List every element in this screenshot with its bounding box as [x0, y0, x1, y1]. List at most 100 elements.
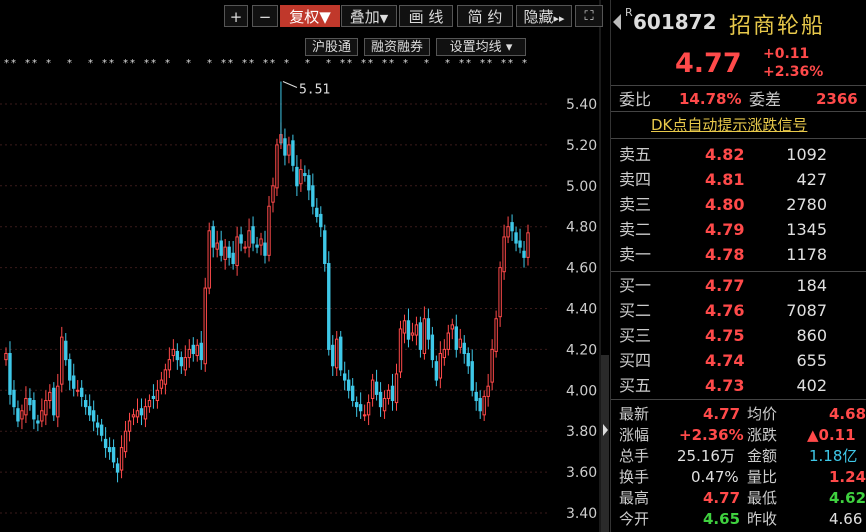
- panel-scrollbar[interactable]: [601, 355, 609, 532]
- candle-body: [382, 397, 387, 412]
- candle-body: [526, 232, 530, 258]
- candle-body: [406, 320, 411, 340]
- candle-body: [327, 263, 331, 350]
- candle-body: [56, 385, 60, 418]
- buy-row[interactable]: 买二 4.76 7087: [611, 298, 866, 323]
- sell-volume: 1345: [786, 220, 827, 239]
- simple-mode-button[interactable]: 简 约: [457, 5, 513, 27]
- candle-body: [474, 391, 478, 402]
- divider: [611, 271, 866, 272]
- y-tick-label: 4.20: [566, 342, 597, 358]
- candle-body: [87, 406, 92, 416]
- buy-volume: 184: [796, 276, 827, 295]
- buy-level-label: 买四: [619, 351, 652, 370]
- signal-marker: *: [130, 58, 135, 69]
- signal-marker: *: [326, 58, 331, 69]
- candle-body: [378, 391, 383, 408]
- candle-body: [494, 318, 498, 352]
- sell-row[interactable]: 卖二 4.79 1345: [611, 217, 866, 242]
- buy-price: 4.76: [705, 301, 745, 320]
- zoom-in-button[interactable]: +: [224, 5, 248, 27]
- buy-level-label: 买一: [619, 276, 652, 295]
- candle-body: [458, 338, 462, 348]
- y-tick-label: 3.40: [566, 506, 597, 522]
- buy-row[interactable]: 买五 4.73 402: [611, 373, 866, 398]
- kline-chart-area[interactable]: 5.40 5.20 5.00 4.80 4.60 4.40 4.20 4.00 3.80 3.60…: [0, 0, 610, 532]
- overlay-button[interactable]: 叠加▼: [341, 5, 397, 27]
- zoom-out-button[interactable]: −: [252, 5, 278, 27]
- buy-level-label: 买五: [619, 376, 652, 395]
- collapse-arrow-icon[interactable]: [603, 424, 608, 436]
- ma-settings-label: 设置均线: [449, 40, 502, 55]
- candle-body: [12, 389, 16, 408]
- candle-body: [95, 422, 100, 428]
- stock-name: 招商轮船: [729, 14, 826, 39]
- buy-row[interactable]: 买三 4.75 860: [611, 323, 866, 348]
- signal-marker: *: [389, 58, 394, 69]
- candle-body: [271, 185, 275, 203]
- sell-row[interactable]: 卖五 4.82 1092: [611, 142, 866, 167]
- signal-marker: *: [445, 58, 450, 69]
- candle-body: [207, 230, 211, 289]
- candle-body: [52, 387, 56, 416]
- turnover-value: 0.47%: [691, 468, 739, 486]
- fuquan-label: 复权: [289, 8, 320, 26]
- signal-marker: *: [249, 58, 254, 69]
- code-prefix-badge: R: [625, 6, 633, 19]
- signal-marker: *: [32, 58, 37, 69]
- fullscreen-icon[interactable]: ⛶: [575, 5, 603, 27]
- fuquan-button[interactable]: 复权▼: [280, 5, 340, 27]
- signal-marker: *: [102, 58, 107, 69]
- candle-body: [307, 175, 311, 191]
- signal-marker: *: [522, 58, 527, 69]
- candle-body: [72, 375, 76, 389]
- hgt-button[interactable]: 沪股通: [305, 38, 358, 56]
- kline-chart[interactable]: 5.40 5.20 5.00 4.80 4.60 4.40 4.20 4.00 3.80 3.60…: [0, 0, 610, 532]
- sell-row[interactable]: 卖一 4.78 1178: [611, 242, 866, 267]
- buy-row[interactable]: 买四 4.74 655: [611, 348, 866, 373]
- avg-price-value: 4.68: [829, 405, 866, 423]
- candle-body: [454, 326, 458, 350]
- overlay-arrow-icon: ▼: [379, 12, 389, 25]
- candle-body: [319, 213, 323, 228]
- change-value: ▲0.11: [807, 426, 856, 444]
- candle-body: [191, 344, 195, 354]
- candle-body: [414, 324, 419, 336]
- sell-volume: 2780: [786, 195, 827, 214]
- buy-row[interactable]: 买一 4.77 184: [611, 273, 866, 298]
- candle-body: [155, 389, 160, 402]
- candle-body: [410, 332, 415, 336]
- sell-volume: 1178: [786, 245, 827, 264]
- candle-body: [287, 144, 291, 156]
- prev-stock-arrow-icon[interactable]: [613, 14, 621, 30]
- candle-body: [259, 238, 263, 246]
- candle-body: [430, 334, 435, 361]
- y-tick-label: 3.80: [566, 424, 597, 440]
- hide-button[interactable]: 隐藏▸▸: [516, 5, 572, 27]
- turnover-label: 换手: [619, 468, 650, 486]
- draw-line-button[interactable]: 画 线: [399, 5, 453, 27]
- signal-marker: *: [228, 58, 233, 69]
- sell-level-label: 卖四: [619, 170, 652, 189]
- candle-body: [502, 236, 506, 273]
- candle-body: [311, 185, 315, 207]
- candle-body: [119, 447, 124, 471]
- sell-row[interactable]: 卖四 4.81 427: [611, 167, 866, 192]
- signal-marker: *: [123, 58, 128, 69]
- candle-body: [195, 344, 199, 357]
- dk-signal-link[interactable]: DK点自动提示涨跌信号: [651, 114, 807, 135]
- margin-trading-button[interactable]: 融资融券: [364, 38, 430, 56]
- candle-body: [251, 226, 255, 244]
- buy-price: 4.74: [705, 351, 745, 370]
- sell-row[interactable]: 卖三 4.80 2780: [611, 192, 866, 217]
- candle-body: [99, 424, 104, 436]
- low-label: 最低: [747, 489, 778, 507]
- candle-body: [291, 140, 295, 166]
- buy-volume: 402: [796, 376, 827, 395]
- candle-body: [231, 252, 235, 265]
- y-tick-label: 3.60: [566, 465, 597, 481]
- ma-settings-button[interactable]: 设置均线 ▾: [436, 38, 526, 56]
- signal-marker: *: [305, 58, 310, 69]
- candle-body: [438, 352, 443, 379]
- candle-body: [315, 207, 319, 217]
